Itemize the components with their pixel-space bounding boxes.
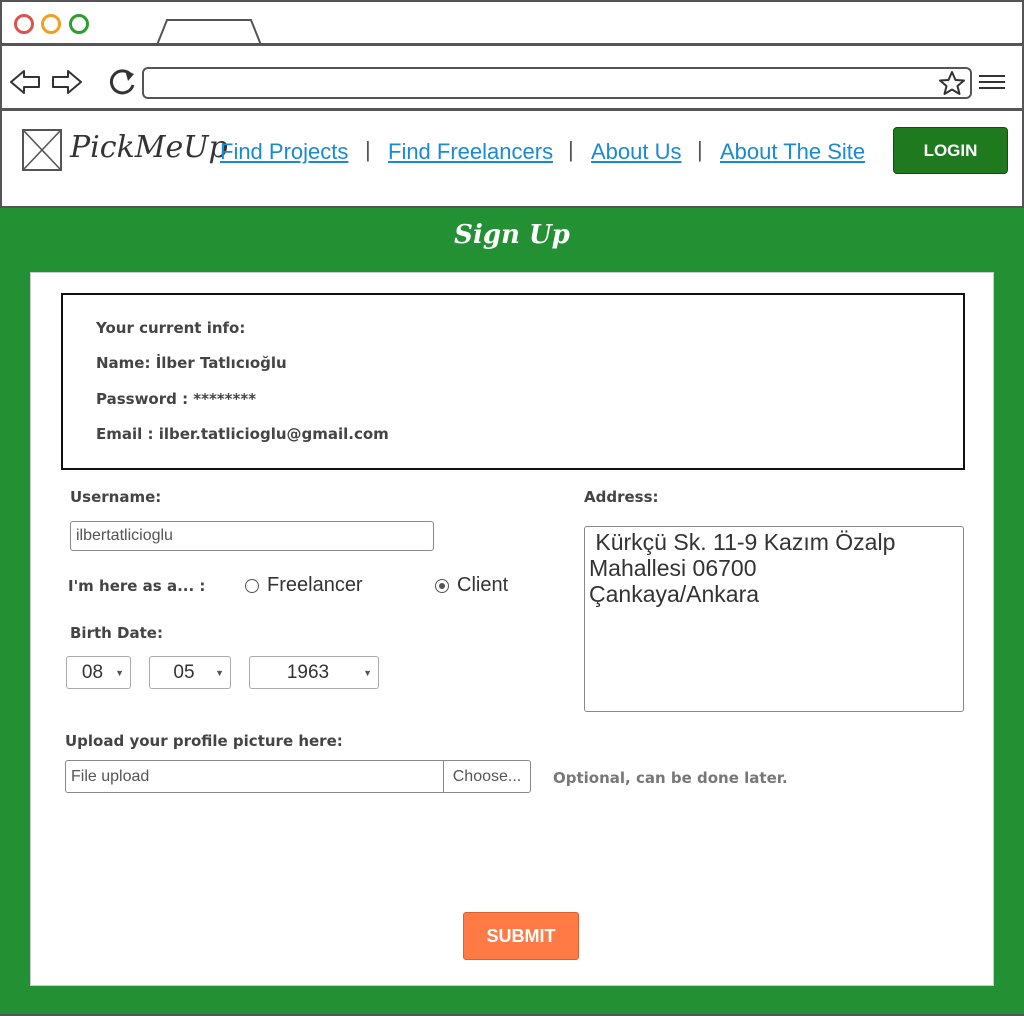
birth-day-select[interactable]: 08 ▼: [66, 656, 131, 689]
address-bar[interactable]: [142, 67, 972, 99]
close-window-dot[interactable]: [14, 14, 34, 34]
star-icon[interactable]: [938, 70, 966, 96]
nav-separator: |: [365, 137, 371, 162]
birth-year-select[interactable]: 1963 ▼: [249, 656, 379, 689]
browser-tab[interactable]: [155, 18, 265, 46]
chevron-down-icon: ▼: [215, 667, 224, 678]
chevron-down-icon: ▼: [115, 667, 124, 678]
choose-file-button[interactable]: Choose...: [443, 761, 530, 792]
address-textarea[interactable]: Kürkçü Sk. 11-9 Kazım Özalp Mahallesi 06…: [584, 526, 964, 712]
tab-bar-divider: [0, 43, 1024, 46]
toolbar-divider: [0, 108, 1024, 111]
current-info-password: Password : ********: [96, 390, 257, 408]
birth-month-value: 05: [173, 661, 195, 683]
nav-find-projects[interactable]: Find Projects: [220, 139, 348, 165]
username-label: Username:: [70, 488, 162, 506]
role-option-freelancer[interactable]: Freelancer: [245, 574, 363, 597]
nav-find-freelancers[interactable]: Find Freelancers: [388, 139, 553, 165]
maximize-window-dot[interactable]: [69, 14, 89, 34]
minimize-window-dot[interactable]: [41, 14, 61, 34]
birth-year-value: 1963: [286, 661, 330, 683]
chevron-down-icon: ▼: [363, 667, 372, 678]
upload-label: Upload your profile picture here:: [65, 732, 343, 750]
nav-separator: |: [568, 137, 574, 162]
file-upload-field[interactable]: File upload Choose...: [65, 760, 531, 793]
role-freelancer-label: Freelancer: [267, 574, 363, 596]
forward-arrow-icon[interactable]: [50, 68, 84, 96]
content-divider: [0, 206, 1024, 208]
hamburger-menu-icon[interactable]: [978, 73, 1006, 93]
role-option-client[interactable]: Client: [435, 574, 508, 597]
nav-about-the-site[interactable]: About The Site: [720, 139, 865, 165]
birth-date-label: Birth Date:: [70, 624, 163, 642]
reload-icon[interactable]: [107, 66, 139, 98]
radio-client[interactable]: [435, 578, 449, 593]
page-title: Sign Up: [454, 220, 570, 250]
nav-about-us[interactable]: About Us: [591, 139, 682, 165]
image-placeholder-icon: [22, 129, 62, 171]
role-client-label: Client: [457, 574, 509, 596]
login-button[interactable]: LOGIN: [893, 127, 1008, 174]
current-info-email: Email : ilber.tatlicioglu@gmail.com: [96, 425, 389, 443]
nav-separator: |: [697, 137, 703, 162]
current-info-name: Name: İlber Tatlıcıoğlu: [96, 354, 287, 372]
submit-button[interactable]: SUBMIT: [463, 912, 579, 960]
current-info-heading: Your current info:: [96, 319, 246, 337]
radio-freelancer[interactable]: [245, 578, 259, 593]
back-arrow-icon[interactable]: [8, 68, 42, 96]
username-input[interactable]: ilbertatlicioglu: [70, 521, 434, 551]
birth-day-value: 08: [81, 661, 104, 683]
file-upload-placeholder: File upload: [71, 767, 150, 785]
role-label: I'm here as a... :: [68, 577, 206, 595]
address-label: Address:: [584, 488, 659, 506]
upload-optional-note: Optional, can be done later.: [553, 769, 788, 787]
username-value: ilbertatlicioglu: [76, 527, 173, 544]
birth-month-select[interactable]: 05 ▼: [149, 656, 231, 689]
brand-name: PickMeUp: [70, 130, 228, 165]
